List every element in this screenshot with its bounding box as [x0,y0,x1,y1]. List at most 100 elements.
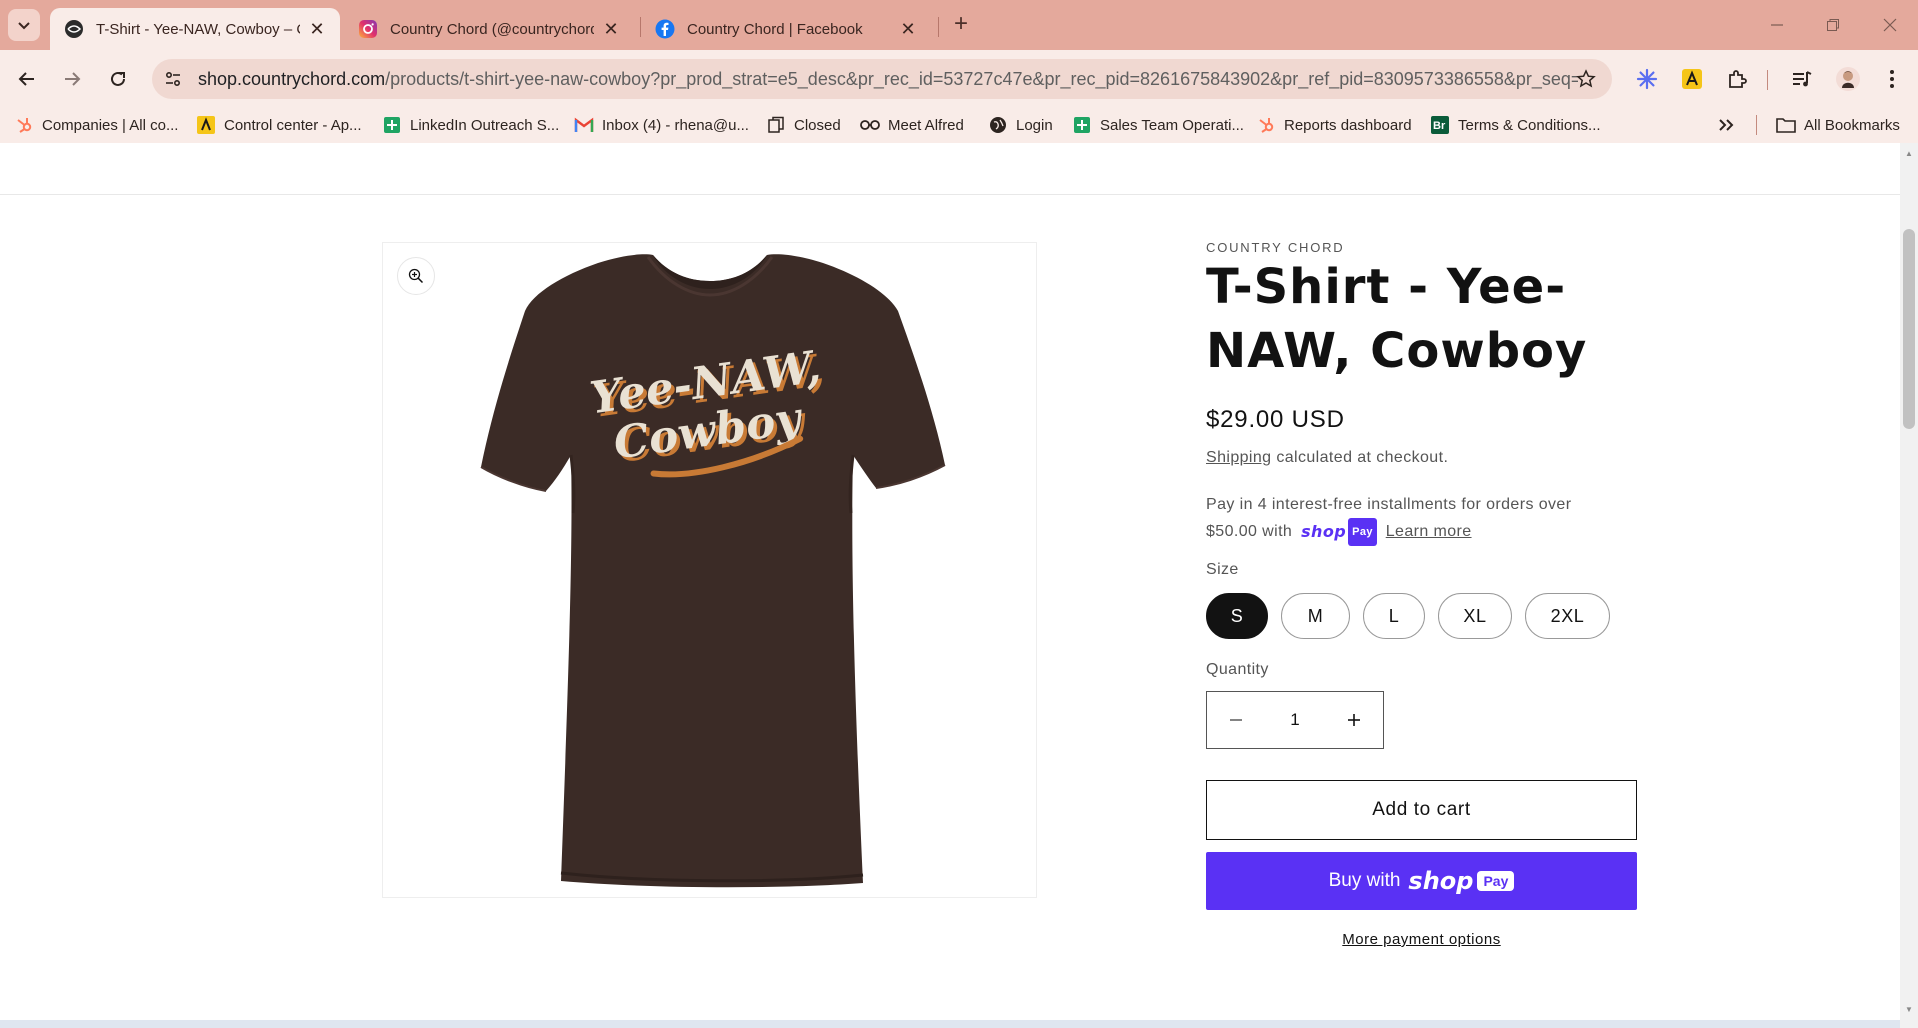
size-option-l[interactable]: L [1363,593,1425,639]
alfred-icon [860,115,880,135]
header-divider [0,194,1900,195]
bookmark-label: Sales Team Operati... [1100,116,1244,134]
minimize-icon[interactable] [1764,12,1790,38]
more-bookmarks-icon[interactable] [1718,113,1734,137]
add-to-cart-button[interactable]: Add to cart [1206,780,1637,840]
extension-asterisk-icon[interactable] [1632,64,1662,94]
product-title: T-Shirt - Yee-NAW, Cowboy [1206,259,1588,379]
bottom-edge [0,1020,1900,1028]
bookmark-label: Control center - Ap... [224,116,362,134]
folder-icon [1776,115,1796,135]
size-option-2xl[interactable]: 2XL [1525,593,1610,639]
scroll-down-icon[interactable]: ▼ [1904,1005,1914,1015]
tab-facebook[interactable]: Country Chord | Facebook ✕ [641,8,931,50]
bookmark-label: Inbox (4) - rhena@u... [602,116,749,134]
shop-pay-pay-word: Pay [1477,871,1515,891]
bookmark-item[interactable]: Companies | All co... [14,113,178,137]
tab-search-button[interactable] [8,9,40,41]
tab-separator [938,17,939,37]
more-menu-icon[interactable] [1877,64,1907,94]
quantity-input[interactable]: 1 [1265,710,1325,730]
page-scrollbar[interactable]: ▲ ▼ [1900,143,1918,1028]
url-text[interactable]: shop.countrychord.com/products/t-shirt-y… [198,69,1578,90]
product-vendor: COUNTRY CHORD [1206,240,1345,255]
shipping-text: calculated at checkout. [1271,449,1449,466]
bookmark-item[interactable]: LinkedIn Outreach S... [382,113,559,137]
sheets-icon [1072,115,1092,135]
bookmark-item[interactable]: Meet Alfred [860,113,964,137]
bookmarks-separator [1756,115,1757,135]
svg-text:Br: Br [1433,120,1446,132]
media-queue-icon[interactable] [1787,64,1817,94]
tab-title: T-Shirt - Yee-NAW, Cowboy – C [96,20,300,38]
bookmark-label: Reports dashboard [1284,116,1412,134]
scroll-up-icon[interactable]: ▲ [1904,149,1914,159]
size-option-m[interactable]: M [1281,593,1350,639]
restore-icon[interactable] [1820,12,1846,38]
tab-title: Country Chord | Facebook [687,20,863,38]
instagram-icon [358,19,378,39]
close-window-icon[interactable] [1877,12,1903,38]
scrollbar-thumb[interactable] [1903,229,1915,429]
bookmark-item[interactable]: Reports dashboard [1256,113,1412,137]
sheets-icon [382,115,402,135]
url-path: /products/t-shirt-yee-naw-cowboy?pr_prod… [385,68,1578,89]
address-bar[interactable]: shop.countrychord.com/products/t-shirt-y… [152,59,1612,99]
size-option-xl[interactable]: XL [1438,593,1512,639]
bookmark-star-icon[interactable] [1574,67,1598,91]
bookmark-item[interactable]: Login [988,113,1053,137]
shop-pay-logo: shop Pay [1301,518,1377,546]
back-icon[interactable] [12,64,42,94]
toolbar-separator [1767,70,1768,90]
bookmark-item[interactable]: Sales Team Operati... [1072,113,1244,137]
shop-pay-shop-word: shop [1301,522,1347,541]
more-payment-options-link[interactable]: More payment options [1206,931,1637,948]
facebook-icon [655,19,675,39]
plus-icon [1348,714,1360,726]
quantity-label: Quantity [1206,661,1269,678]
forward-icon[interactable] [57,64,87,94]
bookmark-item[interactable]: Closed [766,113,841,137]
bookmark-label: Companies | All co... [42,116,179,134]
all-bookmarks[interactable]: All Bookmarks [1776,113,1900,137]
quantity-decrease-button[interactable] [1207,692,1265,748]
globe-icon [988,115,1008,135]
shop-pay-pay-word: Pay [1348,518,1377,546]
all-bookmarks-label: All Bookmarks [1804,116,1900,134]
bookmark-item[interactable]: Control center - Ap... [196,113,362,137]
chevron-down-icon [18,22,30,30]
close-icon[interactable]: ✕ [602,19,620,39]
buy-with-shop-pay-button[interactable]: Buy with shop Pay [1206,852,1637,910]
size-label: Size [1206,561,1239,578]
learn-more-link[interactable]: Learn more [1386,523,1472,540]
bookmark-item[interactable]: Inbox (4) - rhena@u... [574,113,749,137]
product-image-container[interactable]: Yee-NAW, Yee-NAW, Cowboy Cowboy [382,242,1037,898]
tab-product[interactable]: T-Shirt - Yee-NAW, Cowboy – C ✕ [50,8,340,50]
reload-icon[interactable] [103,64,133,94]
size-option-s[interactable]: S [1206,593,1268,639]
bookmark-label: Terms & Conditions... [1458,116,1601,134]
countrychord-favicon [64,19,84,39]
shipping-link[interactable]: Shipping [1206,449,1271,466]
close-icon[interactable]: ✕ [308,19,326,39]
url-domain: shop.countrychord.com [198,68,386,89]
extensions-puzzle-icon[interactable] [1722,64,1752,94]
apollo-icon [196,115,216,135]
hubspot-icon [1256,115,1276,135]
quantity-increase-button[interactable] [1325,692,1383,748]
apollo-extension-icon[interactable] [1677,64,1707,94]
bookmark-item[interactable]: Br Terms & Conditions... [1430,113,1601,137]
site-info-icon[interactable] [158,64,188,94]
tab-title: Country Chord (@countrychord [390,20,594,38]
close-icon[interactable]: ✕ [899,19,917,39]
bookmark-label: Login [1016,116,1053,134]
copy-icon [766,115,786,135]
tshirt-image: Yee-NAW, Yee-NAW, Cowboy Cowboy [480,254,946,888]
tab-instagram[interactable]: Country Chord (@countrychord ✕ [344,8,634,50]
profile-avatar[interactable] [1833,64,1863,94]
gmail-icon [574,115,594,135]
product-price: $29.00 USD [1206,406,1345,433]
minus-icon [1230,719,1242,721]
new-tab-button[interactable]: + [948,12,974,38]
quantity-stepper: 1 [1206,691,1384,749]
